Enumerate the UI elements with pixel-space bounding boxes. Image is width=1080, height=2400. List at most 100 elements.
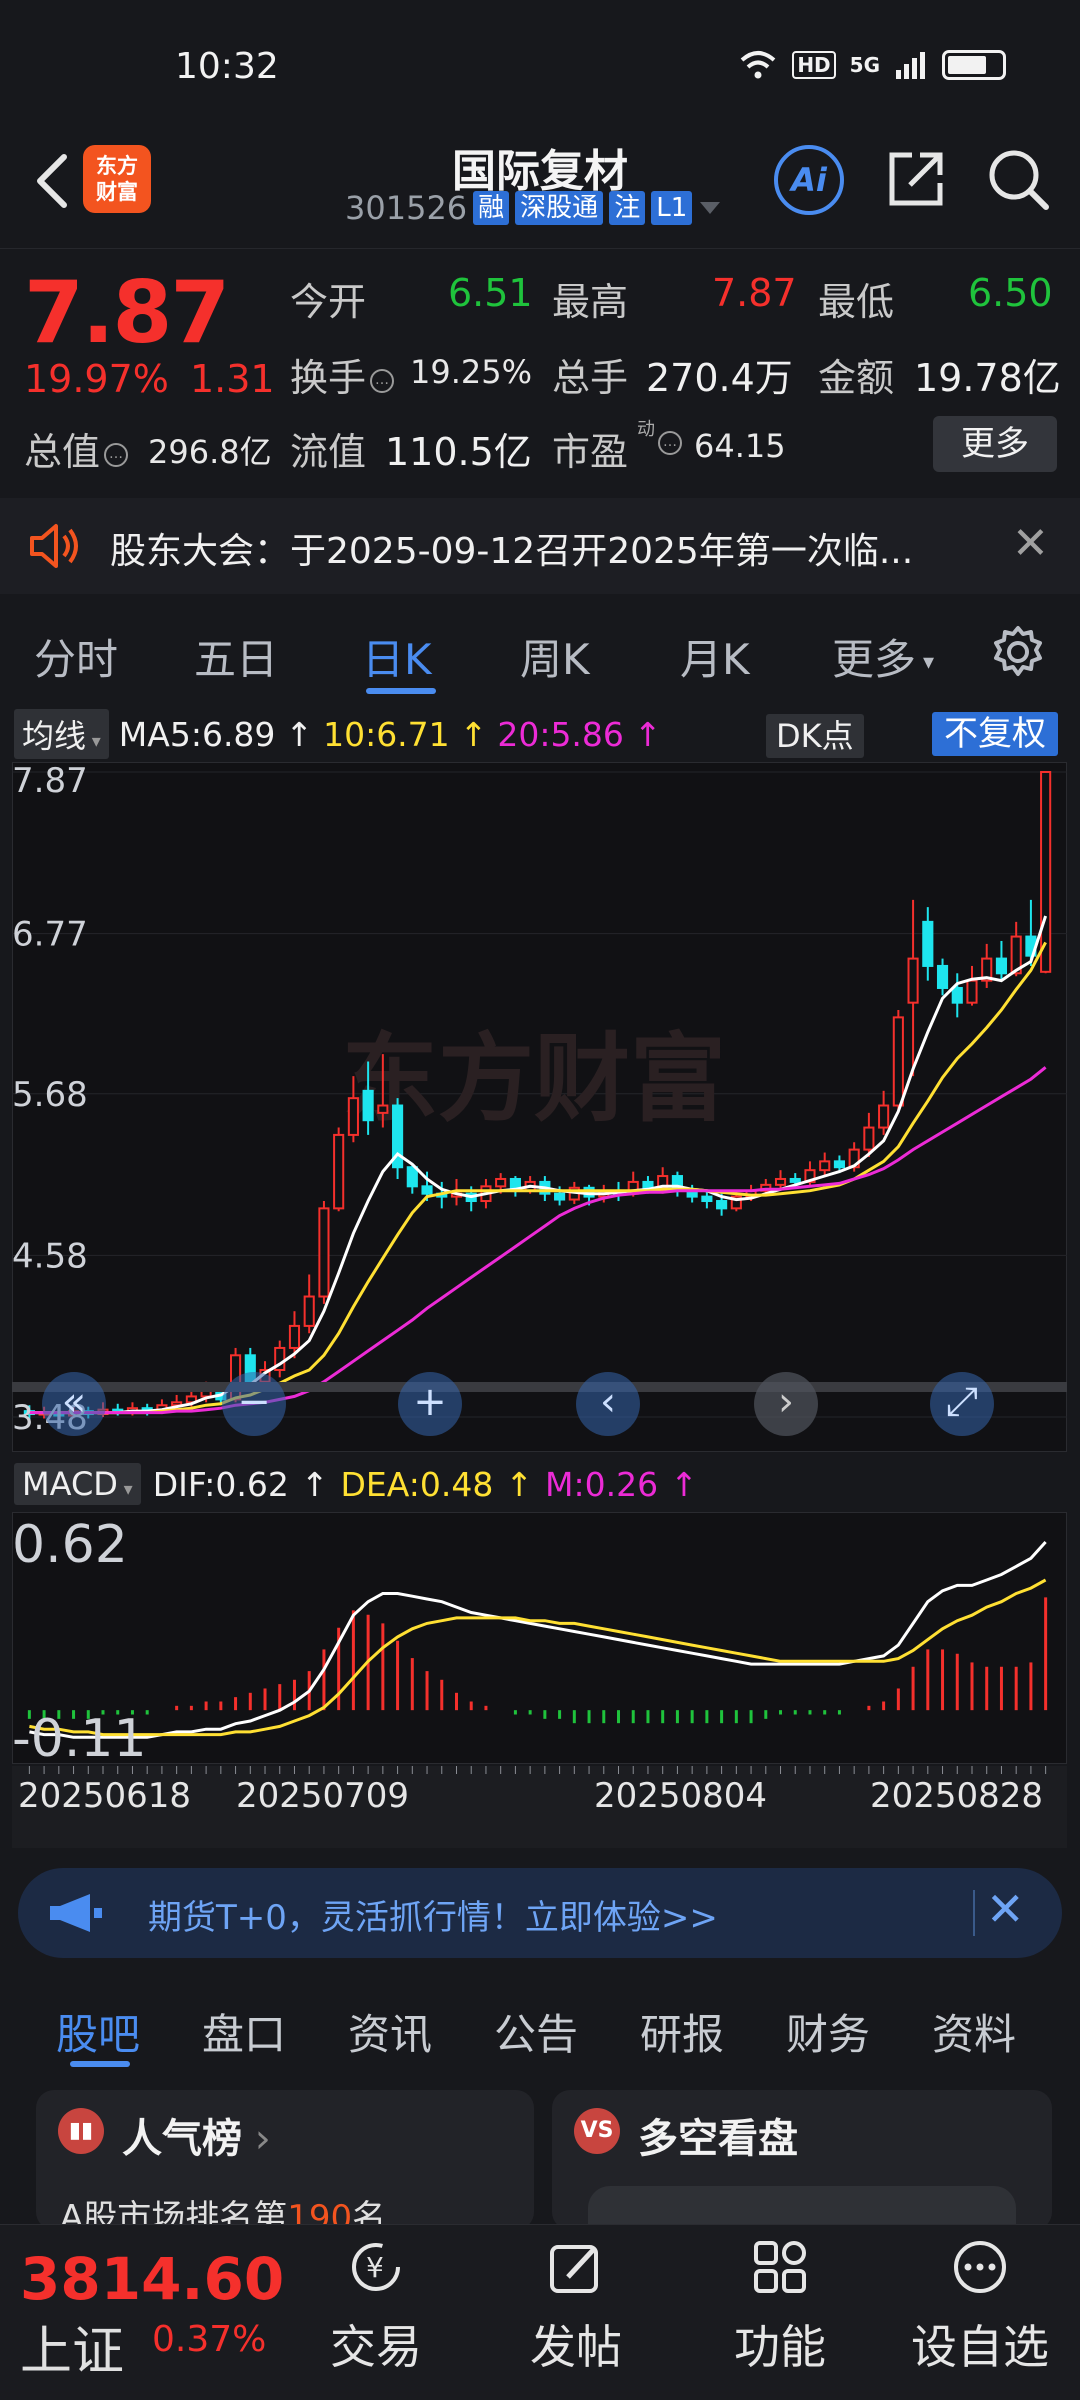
gear-icon[interactable]: [990, 624, 1046, 680]
pe-superscript: 动: [637, 419, 655, 440]
date-label: 20250618: [18, 1776, 192, 1816]
candle-body: [789, 1177, 801, 1183]
mktcap-label[interactable]: 总值…: [24, 421, 132, 476]
search-icon[interactable]: [986, 147, 1050, 211]
scroll-left-icon[interactable]: ‹: [576, 1372, 640, 1436]
turnover-value: 19.25%: [410, 353, 533, 391]
promo-banner[interactable]: 期货T+0，灵活抓行情！立即体验>> ✕: [18, 1868, 1062, 1958]
macd-axis-label: 0.62: [12, 1515, 128, 1575]
tag-registered: 注: [609, 191, 646, 225]
stock-code-row: 301526 融 深股通 注 L1: [345, 189, 722, 227]
low-value: 6.50: [968, 271, 1053, 315]
tab-guba[interactable]: 股吧: [56, 2001, 140, 2062]
ma-legend: 均线 ▾ MA5:6.89 ↑ 10:6.71 ↑ 20:5.86 ↑: [14, 709, 662, 759]
hd-badge: HD: [792, 51, 836, 79]
candle-body: [936, 964, 949, 989]
tab-financials[interactable]: 财务: [786, 2001, 870, 2062]
back-arrow-icon[interactable]: [22, 145, 82, 215]
nav-post[interactable]: 发帖: [506, 2239, 646, 2377]
logo-line2: 财富: [96, 180, 138, 204]
tab-announcements[interactable]: 公告: [494, 2001, 578, 2062]
tab-more-periods[interactable]: 更多 ▾: [832, 626, 934, 687]
mktcap-label-text: 总值: [24, 430, 101, 474]
close-icon[interactable]: ✕: [1012, 518, 1049, 569]
dea-value: DEA:0.48: [340, 1464, 494, 1504]
candle-body: [833, 1160, 846, 1169]
macd-select[interactable]: MACD ▾: [14, 1463, 141, 1505]
info-icon[interactable]: …: [658, 431, 682, 455]
chevron-down-icon[interactable]: [698, 198, 722, 218]
tab-intraday[interactable]: 分时: [34, 626, 118, 687]
candle-body: [1040, 771, 1052, 973]
long-short-card[interactable]: VS 多空看盘: [552, 2090, 1052, 2230]
open-label: 今开: [290, 280, 367, 324]
tab-monthly-k[interactable]: 月K: [680, 626, 750, 687]
close-icon[interactable]: ✕: [986, 1882, 1025, 1936]
nav-trade[interactable]: ¥ 交易: [306, 2239, 446, 2377]
macd-chart[interactable]: 0.62 -0.11: [12, 1512, 1067, 1764]
period-tabs: 分时 五日 日K 周K 月K 更多 ▾: [0, 600, 1080, 700]
divider: [973, 1890, 975, 1936]
candle-body: [495, 1177, 507, 1188]
megaphone-icon: [50, 1894, 102, 1932]
candle-body: [288, 1324, 301, 1349]
index-percent: 0.37%: [152, 2319, 267, 2360]
scroll-track[interactable]: [12, 1382, 1067, 1392]
price-axis-label: 5.68: [12, 1075, 88, 1115]
info-icon[interactable]: …: [104, 442, 129, 467]
kline-chart[interactable]: 东方财富 7.876.775.684.583.48: [12, 762, 1067, 1452]
status-bar: 10:32 HD 5G: [0, 0, 1080, 135]
popularity-card[interactable]: ▮▮ 人气榜 › A股市场排名第190名: [36, 2090, 534, 2238]
change-value: 1.31: [190, 357, 275, 401]
mktcap-value: 296.8亿: [148, 433, 272, 471]
trade-icon: ¥: [352, 2243, 400, 2291]
tab-weekly-k[interactable]: 周K: [520, 626, 590, 687]
tab-daily-k[interactable]: 日K: [362, 626, 432, 687]
nav-add-watchlist[interactable]: 设自选: [910, 2239, 1050, 2377]
more-quote-button[interactable]: 更多: [933, 416, 1057, 472]
turnover-label-text: 换手: [290, 356, 367, 400]
indicator-select-label: 均线: [22, 717, 87, 755]
adjust-mode-button[interactable]: 不复权: [932, 712, 1058, 756]
turnover-label[interactable]: 换手…: [290, 347, 398, 402]
tab-five-day[interactable]: 五日: [194, 626, 278, 687]
price-axis-label: 4.58: [12, 1236, 88, 1276]
info-icon[interactable]: …: [370, 368, 395, 393]
low-label: 最低: [818, 280, 895, 324]
candle-body: [377, 1104, 389, 1114]
tab-order-book[interactable]: 盘口: [202, 2001, 286, 2062]
share-icon[interactable]: [884, 147, 948, 211]
tab-research[interactable]: 研报: [640, 2001, 724, 2062]
caret-down-icon: ▾: [86, 731, 101, 752]
status-icons: HD 5G: [738, 50, 1006, 80]
zoom-out-icon[interactable]: −: [222, 1372, 286, 1436]
high-label: 最高: [552, 280, 629, 324]
scroll-right-icon[interactable]: ›: [754, 1372, 818, 1436]
signal-icon: [896, 52, 925, 79]
tag-margin: 融: [473, 191, 510, 225]
popularity-title-text: 人气榜: [122, 2116, 242, 2162]
candle-body: [995, 957, 1008, 975]
stock-code: 301526: [345, 189, 468, 227]
nav-trade-label: 交易: [330, 2320, 422, 2374]
ai-assistant-button[interactable]: Ai: [774, 145, 844, 215]
zoom-in-icon[interactable]: +: [398, 1372, 462, 1436]
announcement-bar[interactable]: 股东大会：于2025-09-12召开2025年第一次临... ✕: [0, 498, 1080, 594]
vs-icon: VS: [574, 2108, 620, 2154]
tab-news[interactable]: 资讯: [348, 2001, 432, 2062]
rewind-icon[interactable]: «: [42, 1372, 106, 1436]
date-ticks: [28, 1766, 1047, 1774]
index-value[interactable]: 3814.60: [20, 2245, 284, 2313]
dk-point-button[interactable]: DK点: [766, 714, 864, 758]
speaker-icon: [30, 524, 78, 568]
nav-functions[interactable]: 功能: [710, 2239, 850, 2377]
date-label: 20250828: [870, 1776, 1044, 1816]
nav-post-label: 发帖: [530, 2320, 622, 2374]
fullscreen-icon[interactable]: ⤢: [930, 1372, 994, 1436]
content-tabs: 股吧 盘口 资讯 公告 研报 财务 资料: [0, 1975, 1080, 2075]
index-name[interactable]: 上证: [20, 2309, 124, 2384]
indicator-select[interactable]: 均线 ▾: [14, 709, 109, 759]
active-tab-indicator: [366, 688, 436, 694]
long-short-title: 多空看盘: [638, 2116, 798, 2162]
tab-profile[interactable]: 资料: [932, 2001, 1016, 2062]
